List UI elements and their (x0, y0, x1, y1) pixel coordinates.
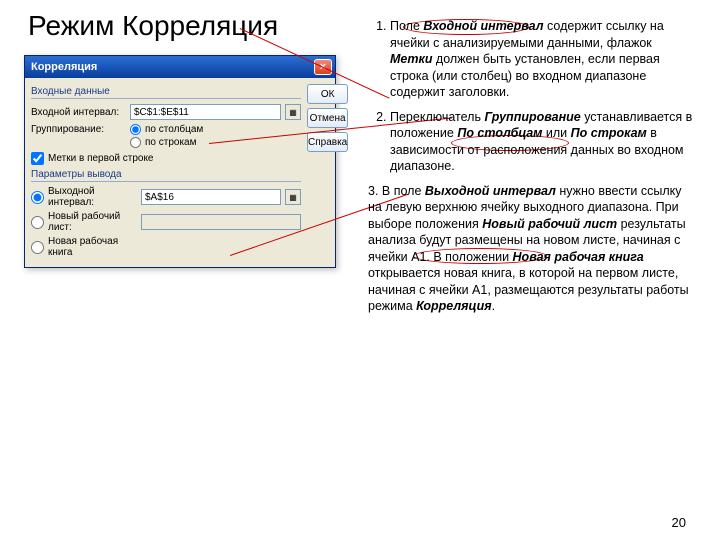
label-grouping: Группирование: (31, 124, 126, 135)
checkbox-labels-input[interactable] (31, 152, 44, 165)
cancel-button[interactable]: Отмена (307, 108, 348, 128)
radio-by-columns-input[interactable] (130, 124, 141, 135)
radio-new-workbook[interactable]: Новая рабочая книга (31, 236, 137, 258)
radio-output-range[interactable]: Выходной интервал: (31, 186, 137, 208)
help-button[interactable]: Справка (307, 132, 348, 152)
range-picker-icon[interactable]: ▦ (285, 104, 301, 120)
explain-item-2: Переключатель Группирование устанавливае… (390, 109, 694, 175)
close-icon[interactable]: × (314, 59, 332, 75)
radio-by-rows[interactable]: по строкам (130, 137, 203, 148)
slide-title: Режим Корреляция (28, 10, 278, 42)
range-picker-output-icon[interactable]: ▦ (285, 189, 301, 205)
dialog-title: Корреляция (31, 61, 97, 73)
radio-new-worksheet[interactable]: Новый рабочий лист: (31, 211, 137, 233)
radio-new-wb-text: Новая рабочая книга (48, 236, 137, 258)
radio-new-ws-text: Новый рабочий лист: (48, 211, 137, 233)
section-title-input: Входные данные (31, 86, 301, 99)
input-interval[interactable] (130, 104, 281, 120)
checkbox-labels-text: Метки в первой строке (48, 153, 154, 164)
ok-button[interactable]: ОК (307, 84, 348, 104)
radio-by-columns[interactable]: по столбцам (130, 124, 203, 135)
explain-item-1: Поле Входной интервал содержит ссылку на… (390, 18, 694, 101)
radio-by-rows-label: по строкам (145, 137, 197, 148)
radio-by-columns-label: по столбцам (145, 124, 203, 135)
radio-new-ws-input[interactable] (31, 216, 44, 229)
explanation-text: Поле Входной интервал содержит ссылку на… (368, 18, 694, 315)
dialog-correlation: Корреляция × Входные данные Входной инте… (24, 55, 336, 268)
radio-output-range-input[interactable] (31, 191, 44, 204)
radio-new-wb-input[interactable] (31, 241, 44, 254)
label-input-interval: Входной интервал: (31, 107, 126, 118)
slide-number: 20 (672, 515, 686, 530)
explain-item-3: 3. В поле Выходной интервал нужно ввести… (368, 183, 694, 315)
titlebar: Корреляция × (25, 56, 335, 78)
radio-by-rows-input[interactable] (130, 137, 141, 148)
input-output-range[interactable] (141, 189, 281, 205)
checkbox-labels-first-row[interactable]: Метки в первой строке (31, 152, 301, 165)
section-title-output: Параметры вывода (31, 169, 301, 182)
radio-output-range-text: Выходной интервал: (48, 186, 137, 208)
input-new-worksheet[interactable] (141, 214, 301, 230)
